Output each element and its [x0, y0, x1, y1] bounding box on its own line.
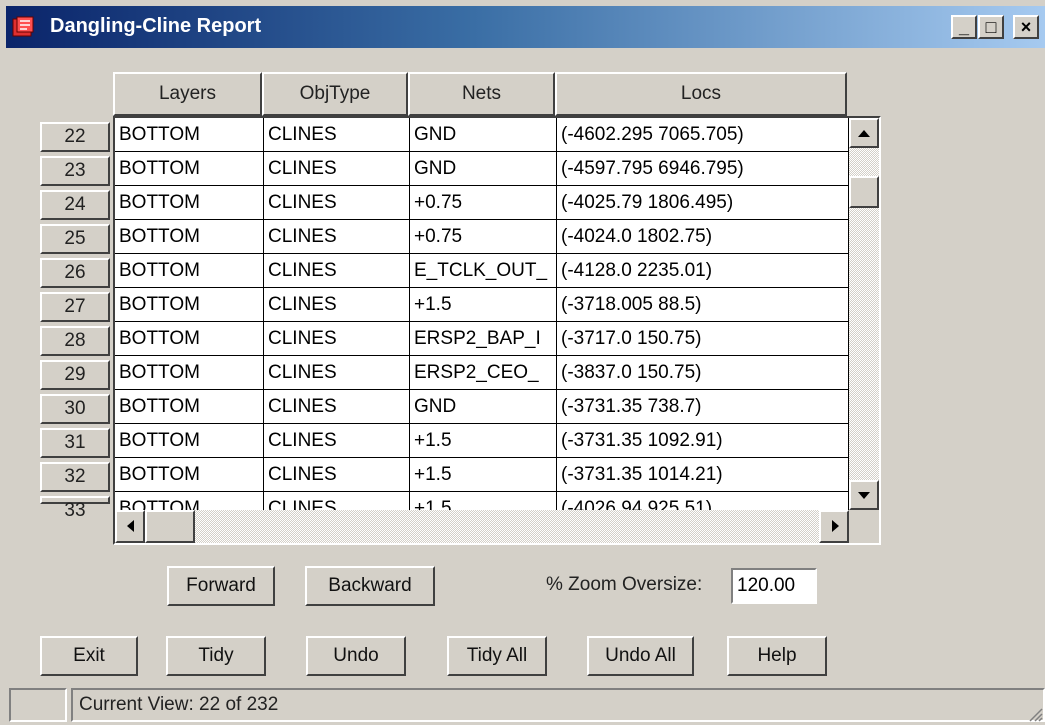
row-header[interactable]: 30	[40, 394, 110, 424]
table-cell-loc[interactable]: (-3731.35 738.7)	[557, 390, 849, 424]
status-bar-text: Current View: 22 of 232	[71, 688, 1045, 722]
table-cell-layer[interactable]: BOTTOM	[115, 424, 264, 458]
table-cell-obj[interactable]: CLINES	[264, 322, 410, 356]
table-cell-net[interactable]: +0.75	[410, 186, 557, 220]
title-bar[interactable]: Dangling-Cline Report _ □ ×	[6, 6, 1045, 48]
table-cell-layer[interactable]: BOTTOM	[115, 356, 264, 390]
table-cell-net[interactable]: GND	[410, 390, 557, 424]
vertical-scroll-thumb[interactable]	[849, 176, 879, 208]
tidy-button[interactable]: Tidy	[166, 636, 266, 676]
table-cell-obj[interactable]: CLINES	[264, 186, 410, 220]
vertical-scrollbar[interactable]	[849, 118, 879, 510]
table-cell-obj[interactable]: CLINES	[264, 152, 410, 186]
maximize-button[interactable]: □	[978, 15, 1004, 39]
data-grid[interactable]: BOTTOM CLINES GND (-4602.295 7065.705) BOTTO…	[113, 116, 881, 545]
table-cell-loc[interactable]: (-4602.295 7065.705)	[557, 118, 849, 152]
table-cell-loc[interactable]: (-4025.79 1806.495)	[557, 186, 849, 220]
table-cell-obj[interactable]: CLINES	[264, 390, 410, 424]
backward-button[interactable]: Backward	[305, 566, 435, 606]
column-header-nets[interactable]: Nets	[408, 72, 555, 116]
exit-button[interactable]: Exit	[40, 636, 138, 676]
close-button[interactable]: ×	[1013, 15, 1039, 39]
table-cell-loc[interactable]: (-3731.35 1092.91)	[557, 424, 849, 458]
scroll-left-button[interactable]	[115, 510, 145, 543]
row-header[interactable]: 25	[40, 224, 110, 254]
table-cell-obj[interactable]: CLINES	[264, 118, 410, 152]
row-header[interactable]: 31	[40, 428, 110, 458]
table-cell-loc[interactable]: (-3837.0 150.75)	[557, 356, 849, 390]
table-cell-layer[interactable]: BOTTOM	[115, 390, 264, 424]
table-cell-loc[interactable]: (-3731.35 1014.21)	[557, 458, 849, 492]
table-cell-loc[interactable]: (-4597.795 6946.795)	[557, 152, 849, 186]
table-cell-net[interactable]: +1.5	[410, 288, 557, 322]
table-cell-obj[interactable]: CLINES	[264, 220, 410, 254]
status-bar-pane-left	[9, 688, 67, 722]
row-header[interactable]: 29	[40, 360, 110, 390]
zoom-oversize-label: % Zoom Oversize:	[546, 574, 703, 595]
row-header[interactable]: 28	[40, 326, 110, 356]
dangling-cline-report-window: Dangling-Cline Report _ □ × Layers ObjTy…	[0, 0, 1045, 725]
arrow-down-icon	[858, 492, 870, 499]
row-header[interactable]: 24	[40, 190, 110, 220]
table-cell-layer[interactable]: BOTTOM	[115, 118, 264, 152]
table-cell-obj[interactable]: CLINES	[264, 458, 410, 492]
arrow-left-icon	[126, 520, 134, 532]
table-cell-net[interactable]: +1.5	[410, 458, 557, 492]
scroll-right-button[interactable]	[819, 510, 849, 543]
horizontal-scrollbar[interactable]	[115, 510, 849, 543]
maximize-icon: □	[985, 17, 997, 37]
row-header[interactable]: 26	[40, 258, 110, 288]
table-cell-net[interactable]: GND	[410, 152, 557, 186]
close-icon: ×	[1020, 17, 1032, 37]
zoom-oversize-input[interactable]: 120.00	[731, 568, 817, 604]
minimize-button[interactable]: _	[951, 15, 977, 39]
scroll-down-button[interactable]	[849, 480, 879, 510]
table-cell-loc[interactable]: (-4024.0 1802.75)	[557, 220, 849, 254]
column-header-objtype[interactable]: ObjType	[262, 72, 408, 116]
table-cell-obj[interactable]: CLINES	[264, 356, 410, 390]
resize-grip-icon[interactable]	[1027, 706, 1043, 722]
table-cell-obj[interactable]: CLINES	[264, 424, 410, 458]
tidy-all-button[interactable]: Tidy All	[447, 636, 547, 676]
table-cell-net[interactable]: GND	[410, 118, 557, 152]
arrow-right-icon	[832, 520, 839, 532]
table-cell-layer[interactable]: BOTTOM	[115, 220, 264, 254]
scrollbar-corner	[849, 510, 879, 543]
undo-all-button[interactable]: Undo All	[587, 636, 694, 676]
table-cell-loc[interactable]: (-3718.005 88.5)	[557, 288, 849, 322]
table-cell-obj[interactable]: CLINES	[264, 254, 410, 288]
arrow-up-icon	[858, 130, 870, 137]
table-cell-loc[interactable]: (-3717.0 150.75)	[557, 322, 849, 356]
forward-button[interactable]: Forward	[167, 566, 275, 606]
column-header-locs[interactable]: Locs	[555, 72, 847, 116]
report-icon	[12, 16, 34, 37]
row-header[interactable]: 33	[40, 496, 110, 521]
minimize-icon: _	[958, 17, 969, 37]
table-cell-net[interactable]: +1.5	[410, 424, 557, 458]
help-button[interactable]: Help	[727, 636, 827, 676]
horizontal-scroll-thumb[interactable]	[145, 510, 195, 543]
table-cell-layer[interactable]: BOTTOM	[115, 288, 264, 322]
row-header[interactable]: 32	[40, 462, 110, 492]
table-cell-net[interactable]: ERSP2_CEO_	[410, 356, 557, 390]
table-cell-net[interactable]: +0.75	[410, 220, 557, 254]
row-header[interactable]: 27	[40, 292, 110, 322]
column-header-layers[interactable]: Layers	[113, 72, 262, 116]
undo-button[interactable]: Undo	[306, 636, 406, 676]
window-title: Dangling-Cline Report	[50, 15, 262, 37]
row-header[interactable]: 22	[40, 122, 110, 152]
table-cell-obj[interactable]: CLINES	[264, 288, 410, 322]
scroll-up-button[interactable]	[849, 118, 879, 148]
table-cell-layer[interactable]: BOTTOM	[115, 186, 264, 220]
table-cell-layer[interactable]: BOTTOM	[115, 458, 264, 492]
table-cell-layer[interactable]: BOTTOM	[115, 254, 264, 288]
table-cell-net[interactable]: ERSP2_BAP_I	[410, 322, 557, 356]
table-cell-net[interactable]: E_TCLK_OUT_	[410, 254, 557, 288]
table-cell-layer[interactable]: BOTTOM	[115, 152, 264, 186]
table-cell-loc[interactable]: (-4128.0 2235.01)	[557, 254, 849, 288]
row-header[interactable]: 23	[40, 156, 110, 186]
table-cell-layer[interactable]: BOTTOM	[115, 322, 264, 356]
